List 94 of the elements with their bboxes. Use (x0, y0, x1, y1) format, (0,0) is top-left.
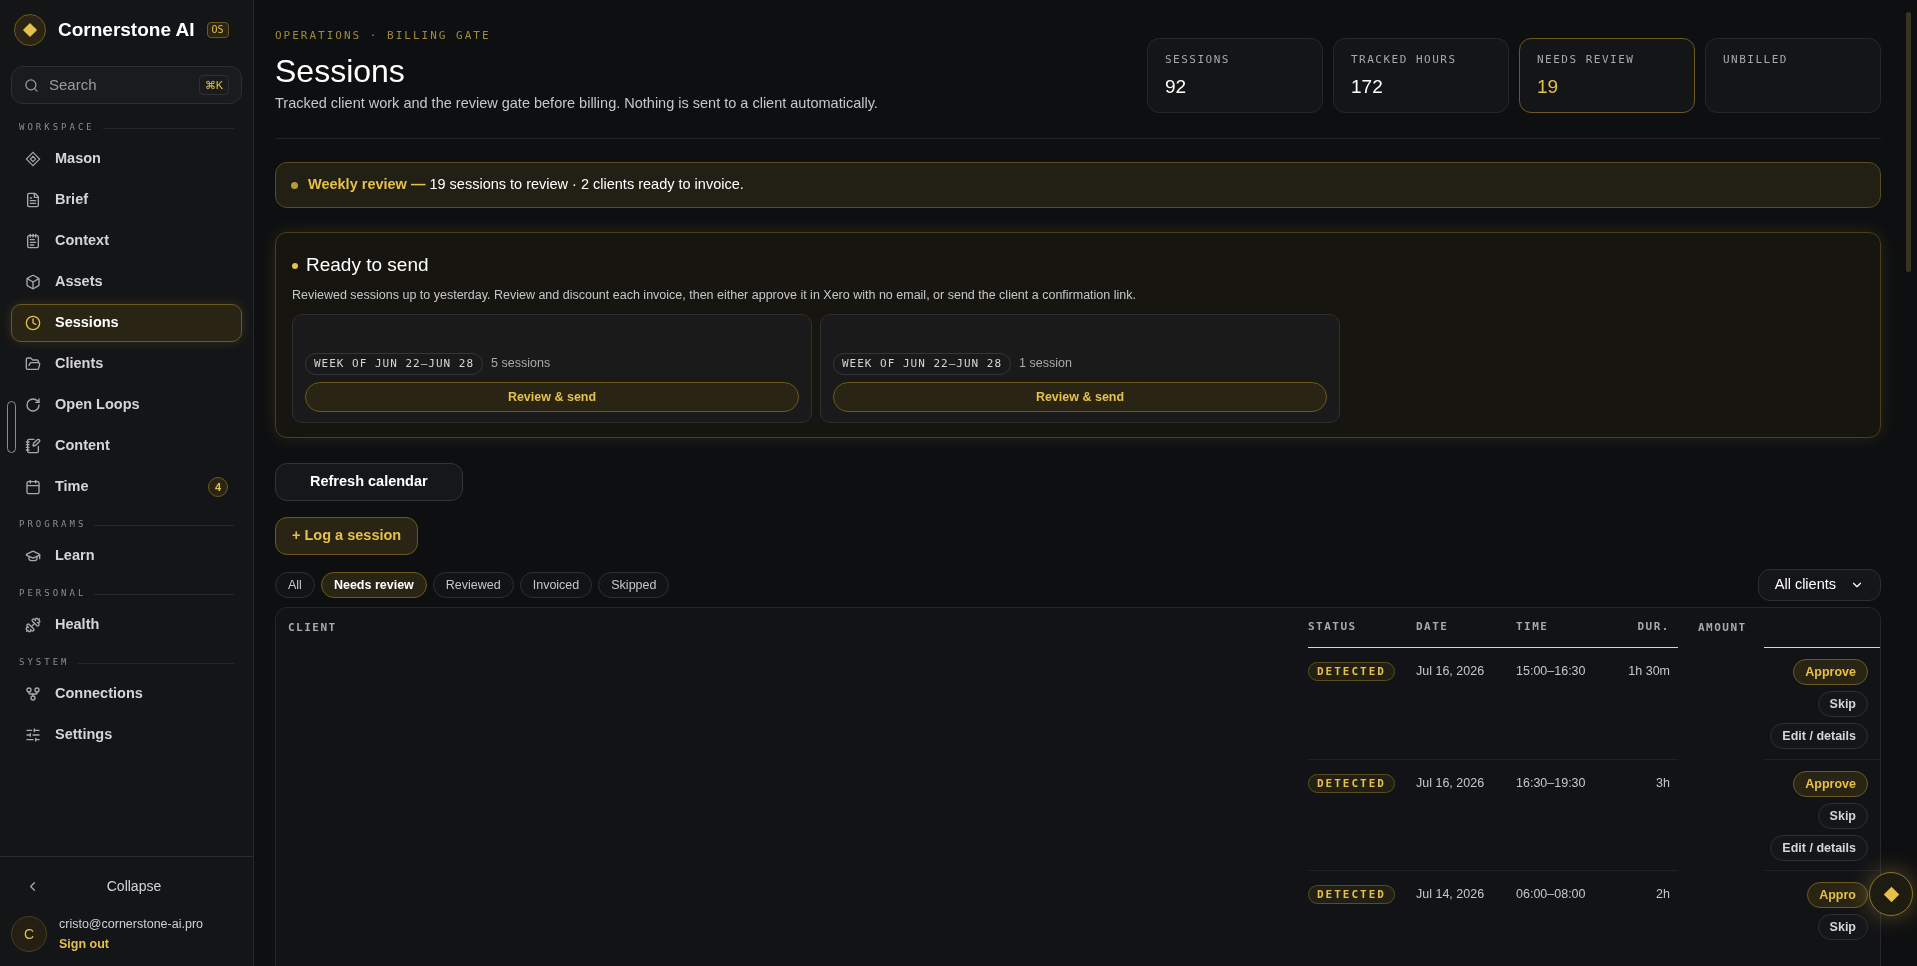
nav-item[interactable]: Connections (11, 675, 242, 713)
breadcrumb: OPERATIONS · BILLING GATE (275, 28, 492, 44)
client-select[interactable]: All clients (1757, 569, 1881, 601)
dumbbell-icon (25, 617, 41, 633)
logo-icon (14, 14, 46, 46)
review-send-button[interactable]: Review & send (833, 382, 1327, 412)
search-field[interactable]: Search ⌘K (11, 66, 242, 104)
column-header: AMOUNT (1698, 619, 1747, 636)
column-header: CLIENT (288, 619, 337, 636)
notepad-icon (25, 233, 41, 249)
stat-label: TRACKED HOURS (1351, 52, 1458, 68)
search-icon (24, 77, 39, 93)
session-date: Jul 16, 2026 (1416, 776, 1485, 790)
nav-item[interactable]: Health (11, 606, 242, 644)
session-count: 1 session (1019, 355, 1072, 373)
panel-description: Reviewed sessions up to yesterday. Review and discount each invoice, then either approve it in Xero with no email, or send the client a confirmation link. (292, 286, 1137, 304)
count-badge: 4 (208, 477, 228, 497)
status-tag: DETECTED (1308, 885, 1395, 904)
nav-item[interactable]: Sessions (11, 304, 242, 342)
page-subtitle: Tracked client work and the review gate before billing. Nothing is sent to a client automatically. (275, 93, 878, 113)
filter-chip[interactable]: Skipped (598, 572, 670, 598)
filter-chip[interactable]: Invoiced (519, 572, 593, 598)
session-count: 5 sessions (491, 355, 551, 373)
stat-value: 92 (1165, 74, 1188, 99)
approve-button[interactable]: Appro (1807, 882, 1868, 908)
nav-item[interactable]: Time 4 (11, 468, 242, 506)
user-email: cristo@cornerstone-ai.pro (59, 915, 203, 933)
calendar-icon (25, 479, 41, 495)
refresh-icon (25, 397, 41, 413)
session-duration: 2h (1656, 887, 1670, 901)
graduation-cap-icon (25, 548, 41, 564)
log-session-button[interactable]: + Log a session (275, 517, 419, 555)
stat-value: 172 (1351, 74, 1384, 99)
column-header: DATE (1416, 619, 1449, 636)
nav-item[interactable]: Open Loops (11, 386, 242, 424)
session-time: 06:00–08:00 (1516, 887, 1586, 901)
nav-item[interactable]: Clients (11, 345, 242, 383)
assistant-button[interactable] (1869, 872, 1913, 916)
search-input[interactable]: Search (49, 73, 189, 97)
approve-button[interactable]: Approve (1793, 771, 1868, 797)
clock-icon (25, 315, 41, 331)
review-send-button[interactable]: Review & send (305, 382, 799, 412)
cube-icon (25, 274, 41, 290)
stat-value: 19 (1537, 74, 1560, 99)
stat-label: NEEDS REVIEW (1537, 52, 1636, 68)
filter-chip[interactable]: Reviewed (432, 572, 514, 598)
column-header: DUR. (1637, 619, 1670, 636)
nav-item[interactable]: Settings (11, 716, 242, 754)
nav-item[interactable]: Mason (11, 140, 242, 178)
session-date: Jul 16, 2026 (1416, 664, 1485, 678)
brand-name: Cornerstone AI (58, 17, 195, 42)
filter-chip[interactable]: All (275, 572, 315, 598)
section-label: WORKSPACE (19, 121, 95, 135)
column-header: STATUS (1308, 619, 1357, 636)
page-title: Sessions (275, 51, 406, 91)
document-icon (25, 192, 41, 208)
row-action-button[interactable]: Edit / details (1770, 835, 1868, 861)
session-time: 16:30–19:30 (1516, 776, 1586, 790)
stat-label: SESSIONS (1165, 52, 1231, 68)
status-tag: DETECTED (1308, 662, 1395, 681)
stat-label: UNBILLED (1723, 52, 1789, 68)
session-time: 15:00–16:30 (1516, 664, 1586, 678)
collapse-button[interactable]: Collapse (11, 870, 242, 903)
sliders-icon (25, 727, 41, 743)
refresh-calendar-button[interactable]: Refresh calendar (275, 463, 463, 501)
row-action-button[interactable]: Skip (1817, 691, 1868, 717)
row-action-button[interactable]: Edit / details (1770, 723, 1868, 749)
brand-tag: OS (206, 22, 229, 38)
sign-out-link[interactable]: Sign out (59, 935, 203, 954)
nav-item[interactable]: Assets (11, 263, 242, 301)
row-action-button[interactable]: Skip (1817, 914, 1868, 940)
column-header: TIME (1516, 619, 1549, 636)
session-duration: 3h (1656, 776, 1670, 790)
notebook-icon (25, 438, 41, 454)
section-label: PROGRAMS (19, 518, 87, 532)
nav-item[interactable]: Learn (11, 537, 242, 575)
folder-icon (25, 356, 41, 372)
shortcut-key: ⌘K (198, 74, 229, 96)
banner-text: Weekly review — 19 sessions to review · 2 clients ready to invoice. (308, 175, 744, 195)
status-tag: DETECTED (1308, 774, 1395, 793)
user-avatar: C (11, 916, 47, 953)
session-duration: 1h 30m (1628, 664, 1670, 678)
nav-item[interactable]: Content (11, 427, 242, 465)
nav-item[interactable]: Brief (11, 181, 242, 219)
fork-icon (25, 686, 41, 702)
nav-item[interactable]: Context (11, 222, 242, 260)
diamond-icon (25, 151, 41, 167)
panel-title: Ready to send (306, 253, 429, 278)
section-label: SYSTEM (19, 656, 70, 670)
session-date: Jul 14, 2026 (1416, 887, 1485, 901)
filter-chip[interactable]: Needs review (320, 572, 427, 598)
approve-button[interactable]: Approve (1793, 659, 1868, 685)
section-label: PERSONAL (19, 587, 87, 601)
row-action-button[interactable]: Skip (1817, 803, 1868, 829)
